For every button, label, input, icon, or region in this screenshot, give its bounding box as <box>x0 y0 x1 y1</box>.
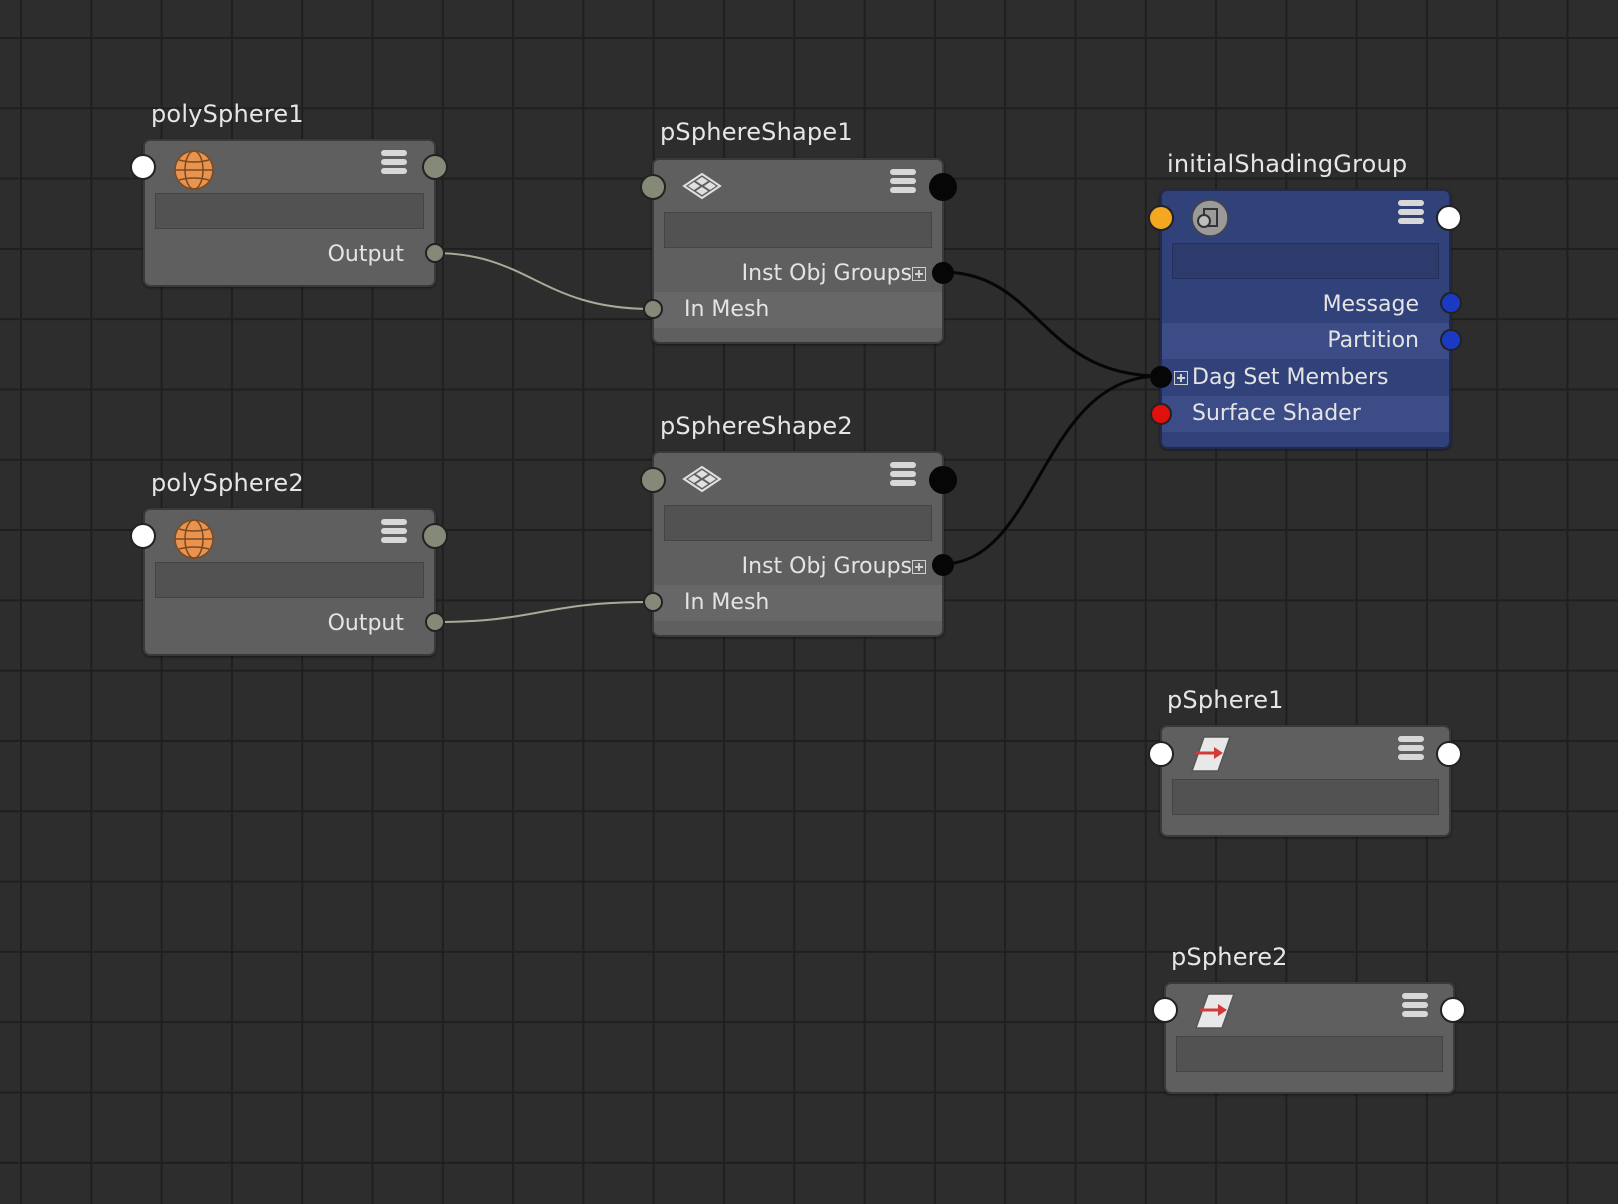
port-in-mesh-psphereshape2[interactable] <box>643 592 663 612</box>
attr-inst-obj-groups: Inst Obj Groups <box>741 554 912 579</box>
port-output-psphereshape1[interactable] <box>929 173 957 201</box>
node-name-field[interactable] <box>155 562 424 598</box>
expand-plus-icon[interactable] <box>912 560 926 574</box>
port-output-psphere2[interactable] <box>1440 997 1466 1023</box>
port-input-psphere2[interactable] <box>1152 997 1178 1023</box>
attribute-menu-icon[interactable] <box>890 461 918 491</box>
attribute-menu-icon[interactable] <box>1402 992 1430 1022</box>
node-name-field[interactable] <box>664 505 932 541</box>
node-title-psphere2[interactable]: pSphere2 <box>1171 943 1288 971</box>
node-initialshadinggroup[interactable]: Message Partition Dag Set Members Surfac… <box>1160 189 1451 449</box>
port-input-psphere1[interactable] <box>1148 741 1174 767</box>
node-name-field[interactable] <box>155 193 424 229</box>
port-input-polysphere2[interactable] <box>130 523 156 549</box>
attribute-menu-icon[interactable] <box>890 168 918 198</box>
port-partition[interactable] <box>1440 329 1462 351</box>
port-input-psphereshape2[interactable] <box>640 467 666 493</box>
node-psphereshape1[interactable]: Inst Obj Groups In Mesh <box>652 158 944 344</box>
port-in-mesh-psphereshape1[interactable] <box>643 299 663 319</box>
mesh-shape-icon <box>682 172 722 200</box>
port-input-psphereshape1[interactable] <box>640 174 666 200</box>
attribute-menu-icon[interactable] <box>381 518 409 548</box>
transform-icon <box>1194 993 1236 1029</box>
node-title-psphereshape2[interactable]: pSphereShape2 <box>660 412 853 440</box>
node-psphereshape2[interactable]: Inst Obj Groups In Mesh <box>652 451 944 637</box>
node-name-field[interactable] <box>1172 243 1439 279</box>
port-inst-obj-groups-psphereshape1[interactable] <box>932 262 954 284</box>
node-name-field[interactable] <box>1172 779 1439 815</box>
mesh-shape-icon <box>682 465 722 493</box>
node-header[interactable] <box>654 160 942 212</box>
port-output-attr-polysphere1[interactable] <box>425 243 445 263</box>
node-name-field[interactable] <box>1176 1036 1443 1072</box>
node-polysphere2[interactable]: Output <box>143 508 436 656</box>
attribute-menu-icon[interactable] <box>381 149 409 179</box>
poly-sphere-icon <box>174 519 214 559</box>
node-name-field[interactable] <box>664 212 932 248</box>
attr-partition: Partition <box>1162 323 1449 359</box>
node-title-psphereshape1[interactable]: pSphereShape1 <box>660 118 853 146</box>
port-inst-obj-groups-psphereshape2[interactable] <box>932 554 954 576</box>
expand-plus-icon[interactable] <box>912 267 926 281</box>
node-psphere1[interactable] <box>1160 725 1451 837</box>
node-header[interactable] <box>654 453 942 505</box>
node-title-psphere1[interactable]: pSphere1 <box>1167 686 1284 714</box>
node-header[interactable] <box>1166 984 1453 1036</box>
wire-psphereshape2-to-shadinggroup[interactable] <box>941 374 1161 566</box>
wire-psphereshape1-to-shadinggroup[interactable] <box>941 270 1161 378</box>
port-output-psphereshape2[interactable] <box>929 466 957 494</box>
attr-output: Output <box>327 611 404 636</box>
node-title-polysphere2[interactable]: polySphere2 <box>151 469 304 497</box>
attribute-menu-icon[interactable] <box>1398 199 1426 229</box>
node-header[interactable] <box>1162 727 1449 779</box>
port-output-psphere1[interactable] <box>1436 741 1462 767</box>
attr-dag-set-members: Dag Set Members <box>1192 365 1389 390</box>
node-polysphere1[interactable]: Output <box>143 139 436 287</box>
port-output-polysphere1[interactable] <box>422 154 448 180</box>
attr-message: Message <box>1322 292 1419 317</box>
node-title-polysphere1[interactable]: polySphere1 <box>151 100 304 128</box>
port-input-polysphere1[interactable] <box>130 154 156 180</box>
port-output-initialshadinggroup[interactable] <box>1436 205 1462 231</box>
node-header[interactable] <box>145 141 434 193</box>
port-surface-shader[interactable] <box>1150 403 1172 425</box>
attr-inst-obj-groups: Inst Obj Groups <box>741 261 912 286</box>
node-header[interactable] <box>1162 191 1449 243</box>
wire-polysphere2-to-psphereshape2[interactable] <box>433 601 653 623</box>
port-output-attr-polysphere2[interactable] <box>425 612 445 632</box>
port-output-polysphere2[interactable] <box>422 523 448 549</box>
node-psphere2[interactable] <box>1164 982 1455 1094</box>
poly-sphere-icon <box>174 150 214 190</box>
port-message[interactable] <box>1440 292 1462 314</box>
node-header[interactable] <box>145 510 434 562</box>
port-dag-set-members[interactable] <box>1150 366 1172 388</box>
attr-in-mesh: In Mesh <box>654 292 942 328</box>
transform-icon <box>1190 736 1232 772</box>
attr-in-mesh: In Mesh <box>654 585 942 621</box>
attr-surface-shader: Surface Shader <box>1162 396 1449 432</box>
attr-output: Output <box>327 242 404 267</box>
attribute-menu-icon[interactable] <box>1398 735 1426 765</box>
expand-plus-icon[interactable] <box>1174 371 1188 385</box>
wire-polysphere1-to-psphereshape1[interactable] <box>433 252 653 310</box>
port-input-initialshadinggroup[interactable] <box>1148 205 1174 231</box>
shading-group-icon <box>1191 199 1229 237</box>
node-title-initialshadinggroup[interactable]: initialShadingGroup <box>1167 150 1407 178</box>
